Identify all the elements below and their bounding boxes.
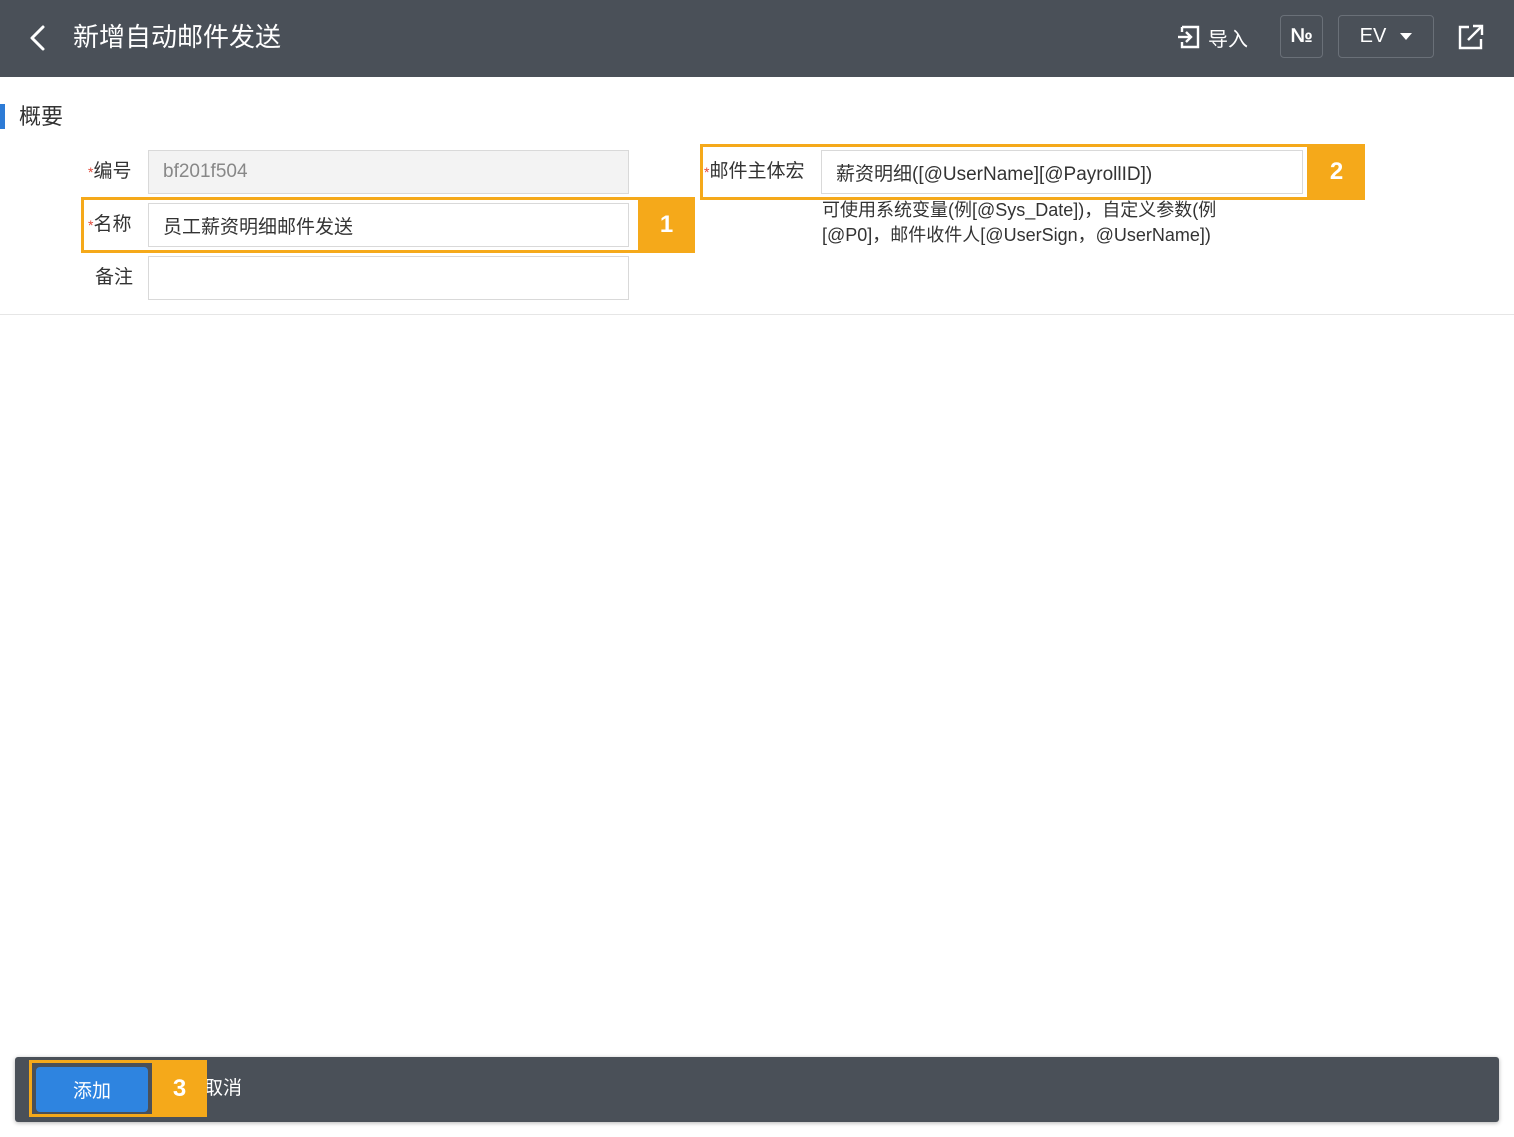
import-icon — [1178, 25, 1200, 49]
callout-frame-3 — [29, 1060, 155, 1117]
import-button[interactable]: 导入 — [1176, 22, 1248, 52]
caret-down-icon — [1400, 33, 1413, 40]
section-accent-bar — [0, 104, 5, 129]
language-label: EV — [1359, 25, 1387, 47]
callout-badge-2: 2 — [1308, 144, 1365, 200]
cancel-button[interactable]: 取消 — [204, 1076, 242, 1102]
chevron-left-icon[interactable] — [22, 22, 54, 54]
callout-frame-2 — [700, 144, 1310, 200]
code-label-text: 编号 — [93, 161, 132, 182]
remark-label: 备注 — [95, 267, 134, 288]
callout-badge-1: 1 — [638, 197, 695, 253]
share-external-icon[interactable] — [1456, 22, 1486, 52]
code-label: *编号 — [88, 159, 131, 185]
section-title: 概要 — [19, 104, 64, 129]
top-header: 新增自动邮件发送 导入 № EV — [0, 0, 1514, 77]
language-select[interactable]: EV — [1338, 15, 1434, 58]
import-label: 导入 — [1208, 28, 1248, 51]
callout-frame-1 — [81, 197, 641, 253]
number-button[interactable]: № — [1280, 15, 1323, 58]
callout-badge-3: 3 — [152, 1060, 207, 1117]
remark-input[interactable] — [148, 256, 629, 300]
macro-hint: 可使用系统变量(例[@Sys_Date])，自定义参数(例[@P0]，邮件收件人… — [822, 200, 1217, 245]
code-input[interactable] — [148, 150, 629, 194]
page-title: 新增自动邮件发送 — [73, 22, 282, 52]
number-label: № — [1290, 25, 1313, 47]
section-divider — [0, 314, 1514, 315]
